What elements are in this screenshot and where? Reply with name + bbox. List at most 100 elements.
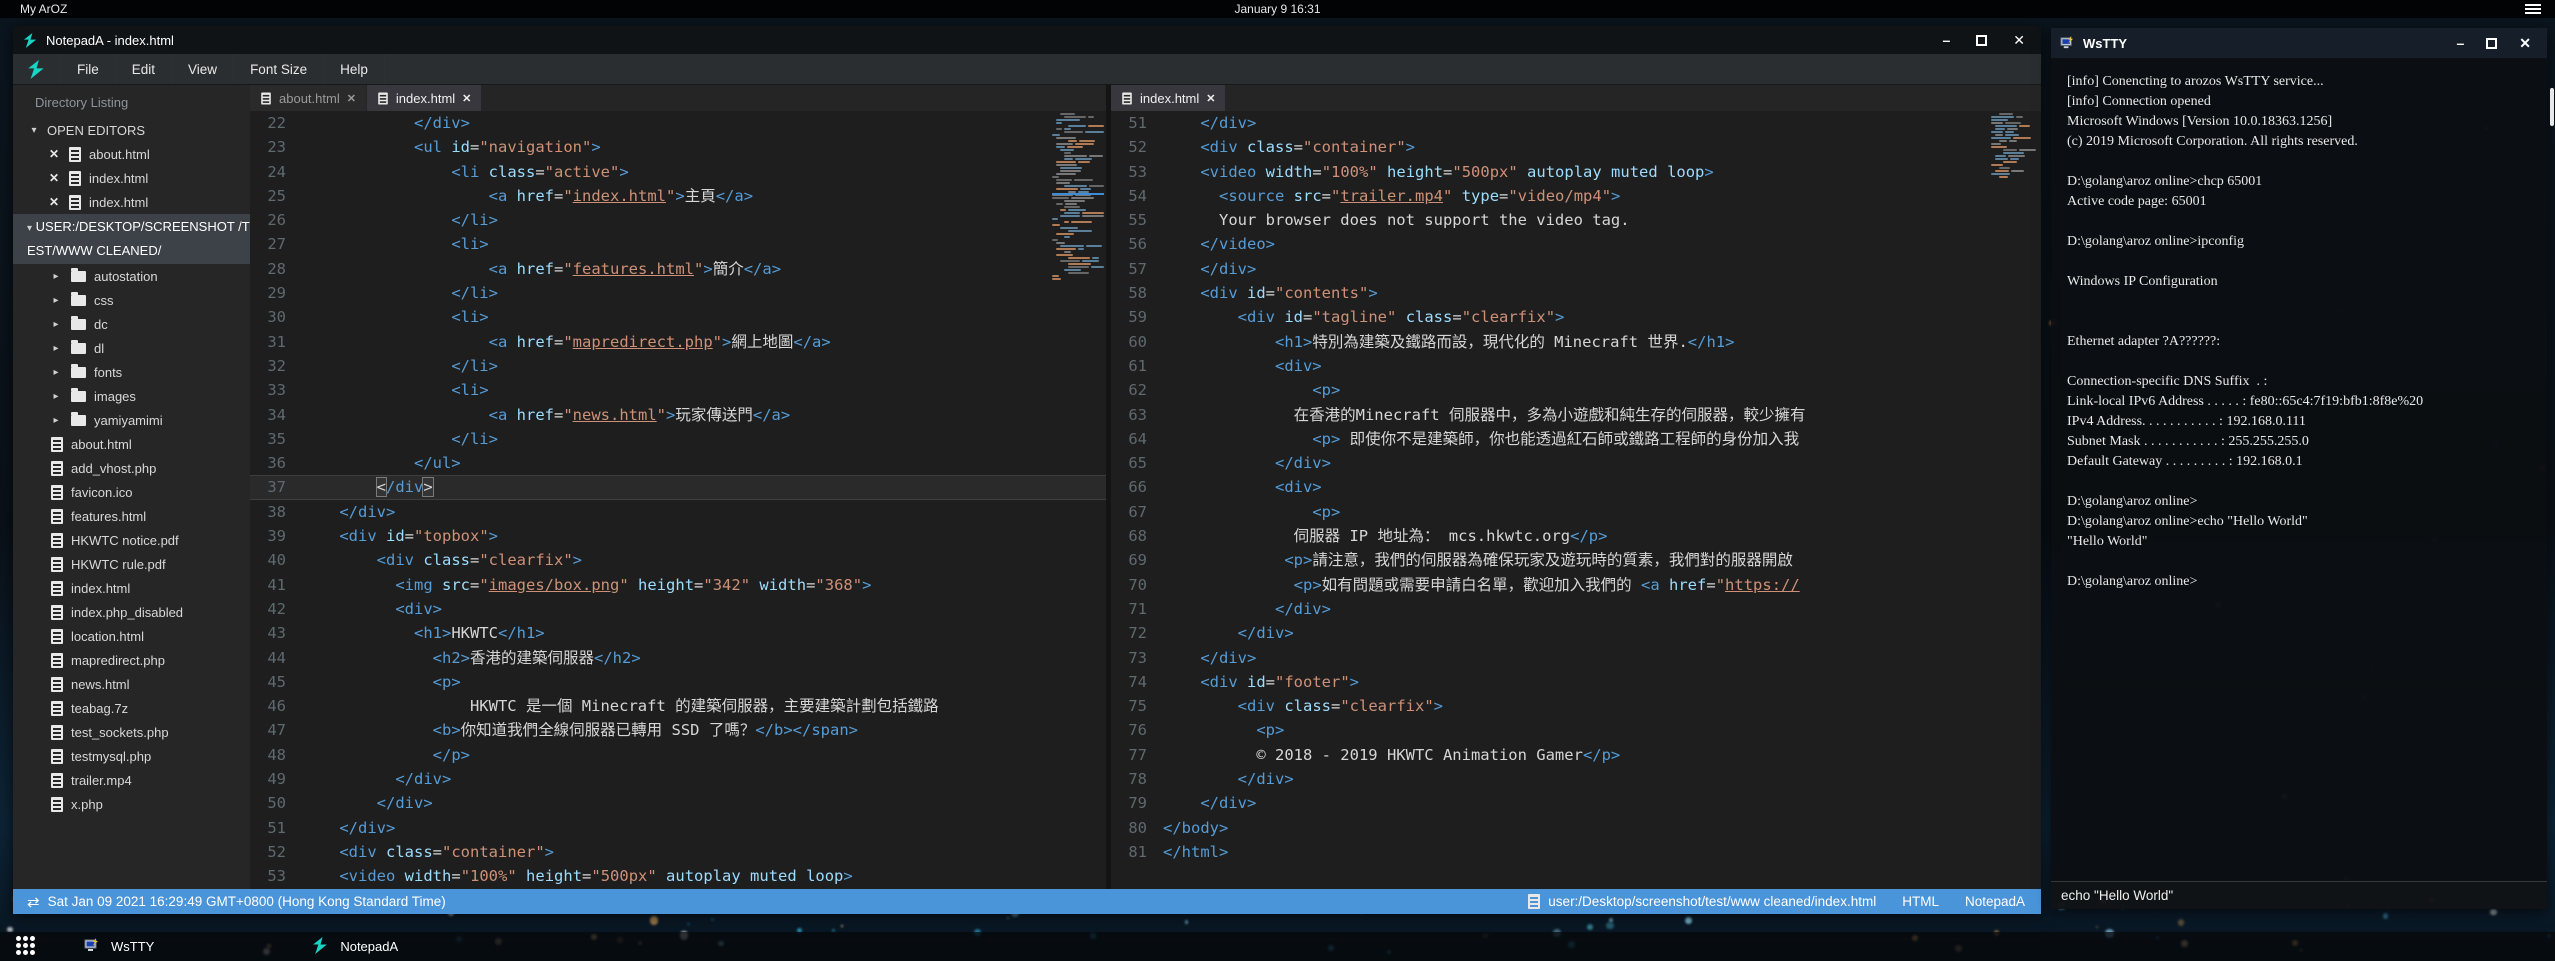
tab-index.html[interactable]: index.html✕	[367, 85, 481, 111]
chevron-right-icon: ▸	[49, 415, 63, 426]
terminal-line: [info] Connection opened	[2067, 92, 2531, 112]
tree-file-item[interactable]: HKWTC rule.pdf	[13, 552, 250, 576]
terminal-line: D:\golang\aroz online>echo "Hello World"	[2067, 512, 2531, 532]
tree-file-item[interactable]: index.html	[13, 576, 250, 600]
close-icon[interactable]: ✕	[2013, 33, 2025, 47]
folder-icon	[71, 343, 86, 354]
tree-file-item[interactable]: favicon.ico	[13, 480, 250, 504]
code-line-60: 60 <h1>特別為建築及鐵路而設，現代化的 Minecraft 世界.</h1…	[1111, 330, 2041, 354]
close-icon[interactable]: ✕	[47, 171, 61, 185]
open-editors-section[interactable]: ▾ OPEN EDITORS	[13, 118, 250, 142]
tree-file-item[interactable]: test_sockets.php	[13, 720, 250, 744]
close-icon[interactable]: ✕	[347, 92, 356, 105]
code-line-70: 70 <p>如有問題或需要申請白名單，歡迎加入我們的 <a href="http…	[1111, 573, 2041, 597]
tree-file-item[interactable]: index.php_disabled	[13, 600, 250, 624]
tree-folder-item[interactable]: ▸css	[13, 288, 250, 312]
file-icon	[51, 461, 63, 476]
code-editor-right[interactable]: 51 </div>52 <div class="container">53 <v…	[1111, 111, 2041, 889]
tree-file-item[interactable]: location.html	[13, 624, 250, 648]
open-editor-item[interactable]: ✕index.html	[13, 166, 250, 190]
wstty-titlebar[interactable]: WsTTY – ✕	[2051, 28, 2547, 58]
terminal-line	[2067, 312, 2531, 332]
code-line-51: 51 </div>	[1111, 111, 2041, 135]
terminal-output[interactable]: [info] Conencting to arozos WsTTY servic…	[2051, 58, 2547, 881]
terminal-line: Connection-specific DNS Suffix . :	[2067, 372, 2531, 392]
code-line-23: 23 <ul id="navigation">	[250, 135, 1106, 159]
notepada-titlebar[interactable]: NotepadA - index.html – ✕	[13, 26, 2041, 54]
tree-file-item[interactable]: add_vhost.php	[13, 456, 250, 480]
terminal-line	[2067, 212, 2531, 232]
menu-font-size[interactable]: Font Size	[234, 54, 324, 84]
code-line-28: 28 <a href="features.html">簡介</a>	[250, 257, 1106, 281]
minimap-left[interactable]	[1052, 113, 1104, 281]
tree-file-item[interactable]: teabag.7z	[13, 696, 250, 720]
taskbar-item-notepada[interactable]: NotepadA	[298, 932, 412, 961]
menu-help[interactable]: Help	[324, 54, 385, 84]
menu-file[interactable]: File	[60, 54, 116, 84]
tree-folder-item[interactable]: ▸autostation	[13, 264, 250, 288]
tree-file-item[interactable]: trailer.mp4	[13, 768, 250, 792]
open-editor-item[interactable]: ✕index.html	[13, 190, 250, 214]
status-file-path[interactable]: user:/Desktop/screenshot/test/www cleane…	[1548, 894, 1876, 909]
taskbar-item-label: WsTTY	[111, 939, 154, 954]
menu-edit[interactable]: Edit	[116, 54, 172, 84]
close-icon[interactable]: ✕	[47, 147, 61, 161]
minimize-icon[interactable]: –	[1942, 33, 1950, 47]
close-icon[interactable]: ✕	[462, 92, 471, 105]
close-icon[interactable]: ✕	[2519, 36, 2531, 50]
minimap-right[interactable]	[1987, 113, 2039, 179]
tab-index.html[interactable]: index.html✕	[1111, 85, 1225, 111]
close-icon[interactable]: ✕	[47, 195, 61, 209]
code-line-42: 42 <div>	[250, 597, 1106, 621]
code-line-48: 48 </p>	[250, 743, 1106, 767]
taskbar: WsTTY NotepadA	[0, 932, 2555, 961]
terminal-line	[2067, 292, 2531, 312]
code-line-46: 46 HKWTC 是一個 Minecraft 的建築伺服器，主要建築計劃包括鐵路	[250, 694, 1106, 718]
tree-folder-item[interactable]: ▸dc	[13, 312, 250, 336]
taskbar-item-wstty[interactable]: WsTTY	[70, 932, 168, 961]
tabbar-left: about.html✕index.html✕	[250, 85, 1106, 111]
terminal-icon	[2060, 36, 2075, 50]
directory-sidebar: Directory Listing ▾ OPEN EDITORS ✕about.…	[13, 85, 250, 889]
file-icon	[51, 701, 63, 716]
code-line-72: 72 </div>	[1111, 621, 2041, 645]
tree-file-item[interactable]: testmysql.php	[13, 744, 250, 768]
terminal-input[interactable]: echo "Hello World"	[2051, 881, 2547, 909]
code-line-49: 49 </div>	[250, 767, 1106, 791]
code-line-38: 38 </div>	[250, 500, 1106, 524]
chevron-right-icon: ▸	[49, 271, 63, 282]
menu-view[interactable]: View	[172, 54, 234, 84]
file-icon	[1528, 894, 1540, 909]
tree-file-item[interactable]: HKWTC notice.pdf	[13, 528, 250, 552]
minimize-icon[interactable]: –	[2456, 36, 2464, 50]
close-icon[interactable]: ✕	[1206, 92, 1215, 105]
code-line-81: 81</html>	[1111, 840, 2041, 864]
tree-file-item[interactable]: x.php	[13, 792, 250, 816]
code-line-63: 63 在香港的Minecraft 伺服器中，多為小遊戲和純生存的伺服器，較少擁有	[1111, 403, 2041, 427]
file-icon	[69, 195, 81, 210]
tree-folder-item[interactable]: ▸fonts	[13, 360, 250, 384]
app-launcher-icon[interactable]	[16, 936, 38, 958]
code-line-51: 51 </div>	[250, 816, 1106, 840]
code-editor-left[interactable]: 22 </div>23 <ul id="navigation">24 <li c…	[250, 111, 1106, 889]
open-editor-item[interactable]: ✕about.html	[13, 142, 250, 166]
tree-file-item[interactable]: mapredirect.php	[13, 648, 250, 672]
tree-root-item[interactable]: ▾ USER:/DESKTOP/SCREENSHOT /TEST/WWW CLE…	[13, 214, 250, 264]
tree-file-item[interactable]: features.html	[13, 504, 250, 528]
editor-pane-left: about.html✕index.html✕ 22 </div>23 <ul i…	[250, 85, 1106, 889]
maximize-icon[interactable]	[1976, 35, 1987, 46]
page-scrollbar-thumb[interactable]	[2550, 88, 2554, 126]
maximize-icon[interactable]	[2486, 38, 2497, 49]
tree-folder-item[interactable]: ▸dl	[13, 336, 250, 360]
tree-folder-item[interactable]: ▸yamiyamimi	[13, 408, 250, 432]
status-language[interactable]: HTML	[1902, 894, 1939, 909]
notepada-menubar-logo-icon[interactable]	[27, 60, 46, 79]
tree-file-item[interactable]: news.html	[13, 672, 250, 696]
terminal-line: Default Gateway . . . . . . . . . : 192.…	[2067, 452, 2531, 472]
tab-about.html[interactable]: about.html✕	[250, 85, 366, 111]
system-menubar: My ArOZ January 9 16:31	[0, 0, 2555, 18]
tree-folder-item[interactable]: ▸images	[13, 384, 250, 408]
hamburger-menu-icon[interactable]	[2525, 4, 2541, 16]
folder-icon	[71, 367, 86, 378]
tree-file-item[interactable]: about.html	[13, 432, 250, 456]
